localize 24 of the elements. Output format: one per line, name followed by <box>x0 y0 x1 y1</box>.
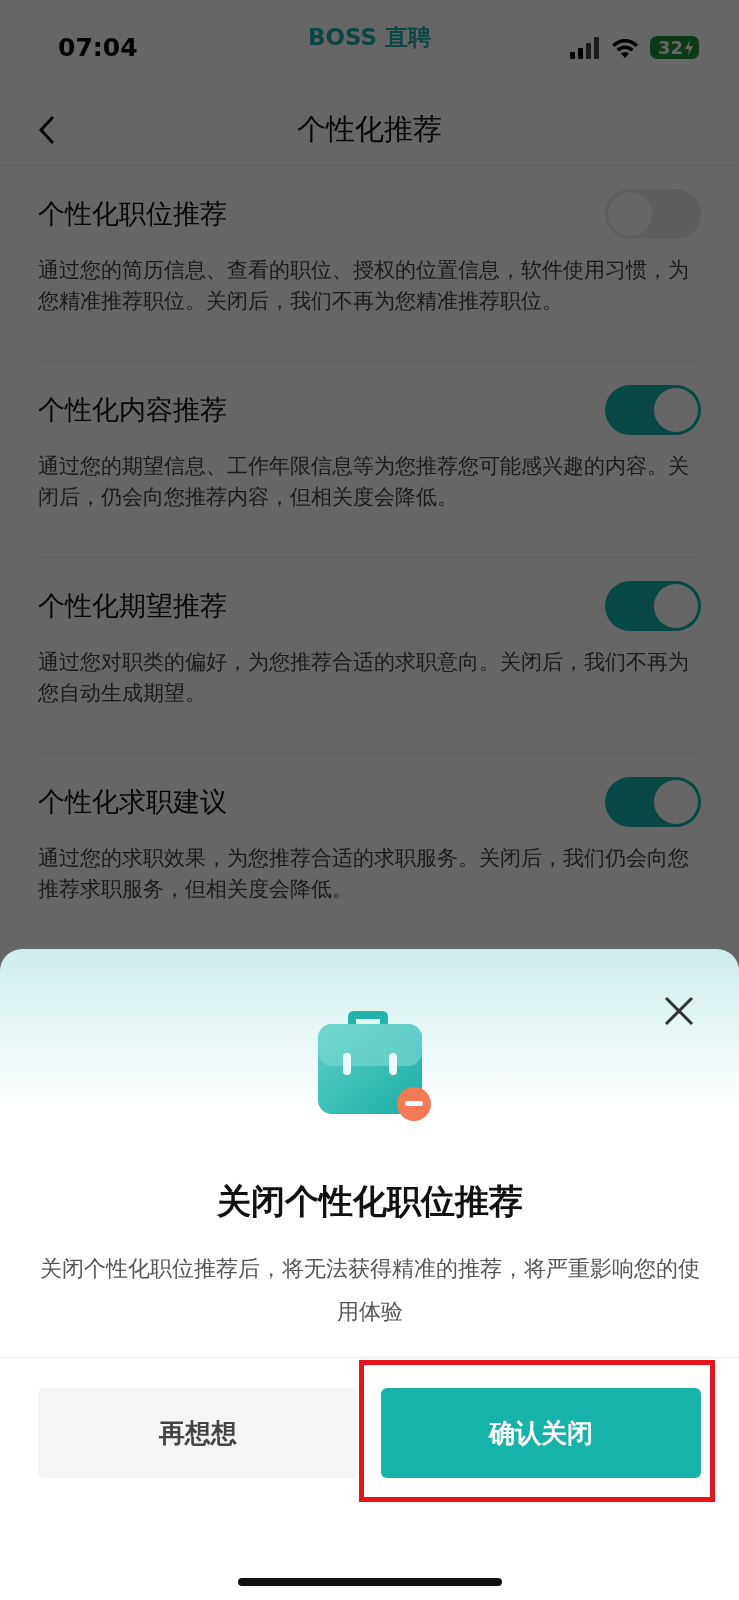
dialog-message: 关闭个性化职位推荐后，将无法获得精准的推荐，将严重影响您的使用体验 <box>38 1255 701 1326</box>
setting-title: 个性化期望推荐 <box>38 589 227 623</box>
setting-title: 个性化职位推荐 <box>38 197 227 231</box>
page-title: 个性化推荐 <box>297 111 442 148</box>
setting-description: 通过您对职类的偏好，为您推荐合适的求职意向。关闭后，我们不再为您自动生成期望。 <box>38 649 690 707</box>
dialog-title: 关闭个性化职位推荐 <box>216 1180 523 1223</box>
toggle-switch[interactable] <box>605 777 701 827</box>
setting-description: 通过您的求职效果，为您推荐合适的求职服务。关闭后，我们仍会向您推荐求职服务，但相关度会降低。 <box>38 845 690 903</box>
setting-title: 个性化内容推荐 <box>38 393 227 427</box>
charging-icon <box>684 39 694 56</box>
wifi-icon <box>609 36 640 59</box>
cancel-button[interactable]: 再想想 <box>38 1388 359 1478</box>
toggle-switch[interactable] <box>605 385 701 435</box>
status-time: 07:04 <box>58 33 139 62</box>
toggle-switch[interactable] <box>605 581 701 631</box>
setting-description: 通过您的期望信息、工作年限信息等为您推荐您可能感兴趣的内容。关闭后，仍会向您推荐内容，但相关度会降低。 <box>38 453 690 511</box>
setting-title: 个性化求职建议 <box>38 785 227 819</box>
app-label: BOSS 直聘 <box>307 23 432 52</box>
close-icon[interactable] <box>663 995 695 1027</box>
battery-level: 32 <box>657 37 683 58</box>
signal-icon <box>569 36 600 59</box>
setting-description: 通过您的简历信息、查看的职位、授权的位置信息，软件使用习惯，为您精准推荐职位。关闭后，我们不再为您精准推荐职位。 <box>38 257 690 315</box>
briefcase-icon <box>317 1009 434 1123</box>
back-icon[interactable] <box>38 115 56 145</box>
